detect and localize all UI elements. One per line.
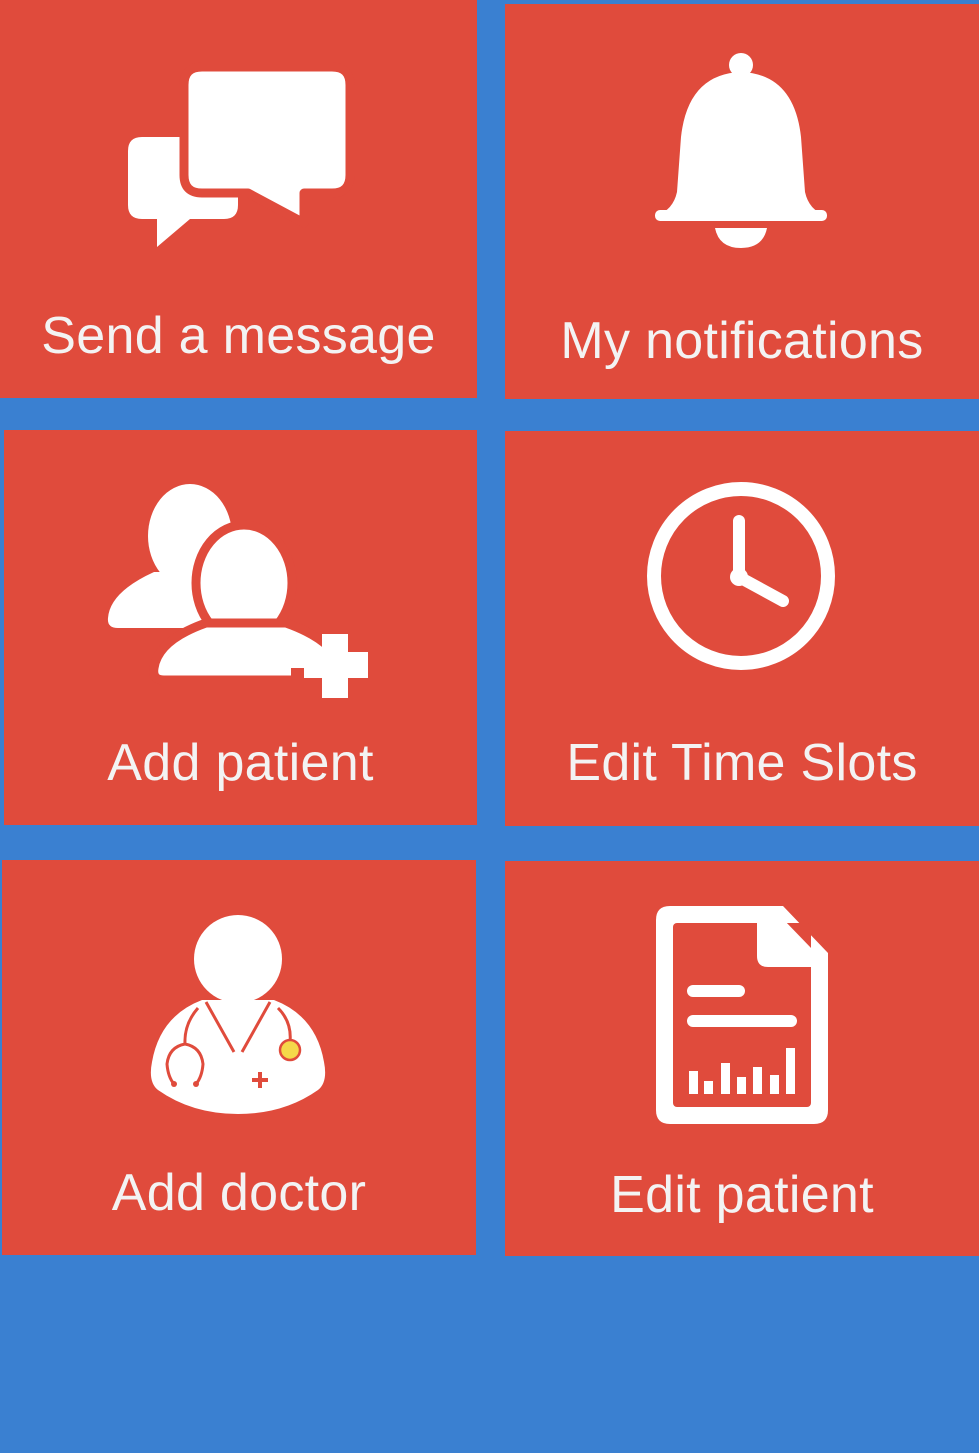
add-user-icon [107, 484, 381, 703]
edit-patient-label: Edit patient [610, 1166, 874, 1224]
doctor-icon [150, 915, 326, 1114]
clock-icon [647, 482, 835, 670]
add-doctor-label: Add doctor [111, 1164, 367, 1222]
send-message-label: Send a message [41, 307, 436, 365]
edit-time-slots-label: Edit Time Slots [566, 734, 918, 792]
edit-time-slots-tile[interactable]: Edit Time Slots [505, 431, 979, 826]
chat-bubbles-icon [128, 62, 355, 247]
edit-patient-tile[interactable]: Edit patient [505, 861, 979, 1256]
bell-icon [655, 53, 827, 248]
report-document-icon [656, 906, 828, 1124]
add-patient-label: Add patient [107, 734, 374, 792]
notifications-label: My notifications [560, 312, 924, 370]
add-doctor-tile[interactable]: Add doctor [2, 860, 476, 1255]
send-message-tile[interactable]: Send a message [0, 0, 477, 398]
add-patient-tile[interactable]: Add patient [4, 430, 477, 825]
notifications-tile[interactable]: My notifications [505, 4, 979, 399]
